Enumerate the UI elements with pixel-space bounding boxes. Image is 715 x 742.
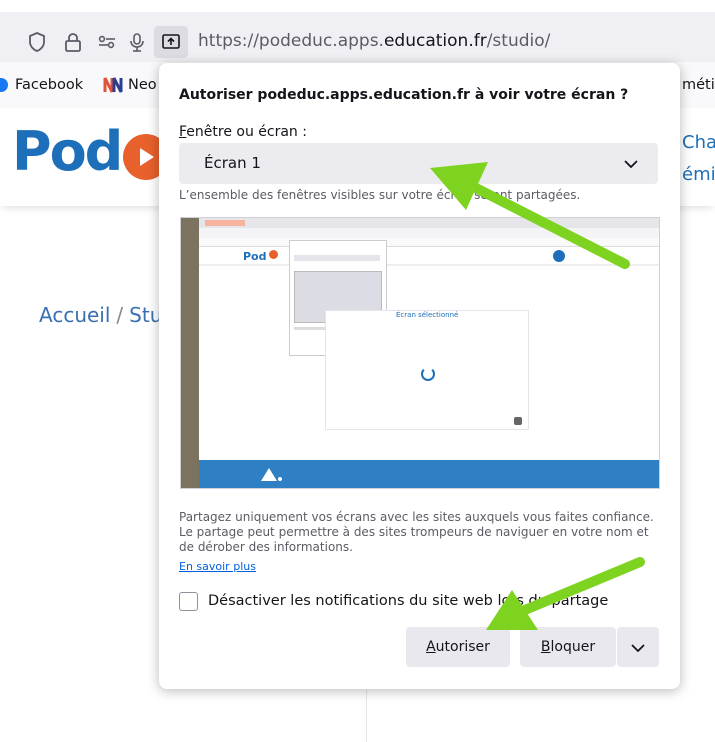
- window-select-label: Fenêtre ou écran :: [179, 124, 307, 140]
- preview-mini-select: [294, 255, 380, 261]
- screen-share-permission-button[interactable]: [154, 26, 188, 58]
- notifications-option[interactable]: Désactiver les notifications du site web…: [179, 592, 659, 614]
- url-host: education.fr: [383, 31, 487, 51]
- preview-selected-screen-text: Écran sélectionné: [396, 311, 459, 319]
- block-button-label: loquer: [550, 639, 596, 655]
- preview-desktop-strip: [181, 218, 199, 488]
- preview-footer-logo: [261, 468, 282, 481]
- share-warning-text: Partagez uniquement vos écrans avec les …: [179, 510, 654, 554]
- url-path: /studio/: [486, 31, 551, 51]
- chevron-down-icon: [624, 160, 638, 169]
- preview-tab: [205, 220, 245, 226]
- window-select-value: Écran 1: [204, 154, 261, 172]
- notifications-checkbox[interactable]: [179, 592, 198, 611]
- preview-urlbar: [199, 228, 659, 238]
- preview-mini-icon: [514, 417, 522, 425]
- facebook-icon: [0, 78, 8, 92]
- window-select-label-text: enêtre ou écran :: [186, 124, 307, 140]
- window-select-dropdown[interactable]: Écran 1: [179, 143, 658, 184]
- preview-loading-spinner: [421, 367, 435, 381]
- neo-icon: [103, 77, 123, 93]
- notifications-label[interactable]: Désactiver les notifications du site web…: [208, 593, 608, 609]
- page-lower-panel: [366, 690, 715, 742]
- screen-share-dialog: Autoriser podeduc.apps.education.fr à vo…: [159, 63, 680, 689]
- url-prefix: https://podeduc.apps.: [198, 31, 384, 51]
- microphone-icon[interactable]: [126, 31, 148, 53]
- block-options-dropdown[interactable]: [617, 627, 659, 667]
- screen-preview: Pod Écran sélectionné: [180, 217, 660, 489]
- learn-more-link[interactable]: En savoir plus: [179, 560, 256, 573]
- block-button[interactable]: Bloquer: [520, 627, 616, 667]
- breadcrumb-separator: /: [116, 303, 124, 327]
- block-button-accesskey: B: [540, 639, 551, 655]
- breadcrumb-current[interactable]: Stu: [129, 303, 162, 327]
- bookmark-truncated[interactable]: méti: [682, 77, 715, 93]
- bookmark-neo[interactable]: Neo: [128, 77, 157, 93]
- screen-share-icon: [162, 34, 180, 49]
- url-text[interactable]: https://podeduc.apps.education.fr/studio…: [198, 31, 550, 51]
- allow-button-accesskey: A: [426, 639, 436, 655]
- allow-button-label: utoriser: [435, 639, 490, 655]
- preview-bookmarks: [199, 238, 659, 247]
- url-toolbar: https://podeduc.apps.education.fr/studio…: [0, 0, 715, 62]
- preview-footer: [199, 460, 659, 488]
- bookmark-facebook[interactable]: Facebook: [15, 77, 83, 93]
- preview-logo-dot: [269, 250, 278, 259]
- shield-icon[interactable]: [26, 31, 48, 53]
- header-link-2[interactable]: émi: [682, 164, 715, 185]
- chevron-down-icon: [631, 644, 645, 653]
- permissions-icon[interactable]: [96, 31, 118, 53]
- allow-button[interactable]: Autoriser: [406, 627, 510, 667]
- preview-header-rule: [199, 264, 659, 266]
- breadcrumb: Accueil / Stu: [39, 303, 162, 327]
- preview-tabbar: [199, 218, 659, 228]
- preview-avatar: [553, 250, 565, 262]
- preview-logo: Pod: [243, 250, 267, 263]
- dialog-title: Autoriser podeduc.apps.education.fr à vo…: [179, 87, 629, 103]
- lock-icon[interactable]: [62, 31, 84, 53]
- window-select-description: L’ensemble des fenêtres visibles sur vot…: [179, 188, 581, 202]
- site-logo-text[interactable]: Pod: [12, 120, 123, 183]
- breadcrumb-home[interactable]: Accueil: [39, 303, 110, 327]
- preview-content-card: Écran sélectionné: [325, 310, 529, 430]
- header-link-1[interactable]: Cha: [682, 132, 715, 153]
